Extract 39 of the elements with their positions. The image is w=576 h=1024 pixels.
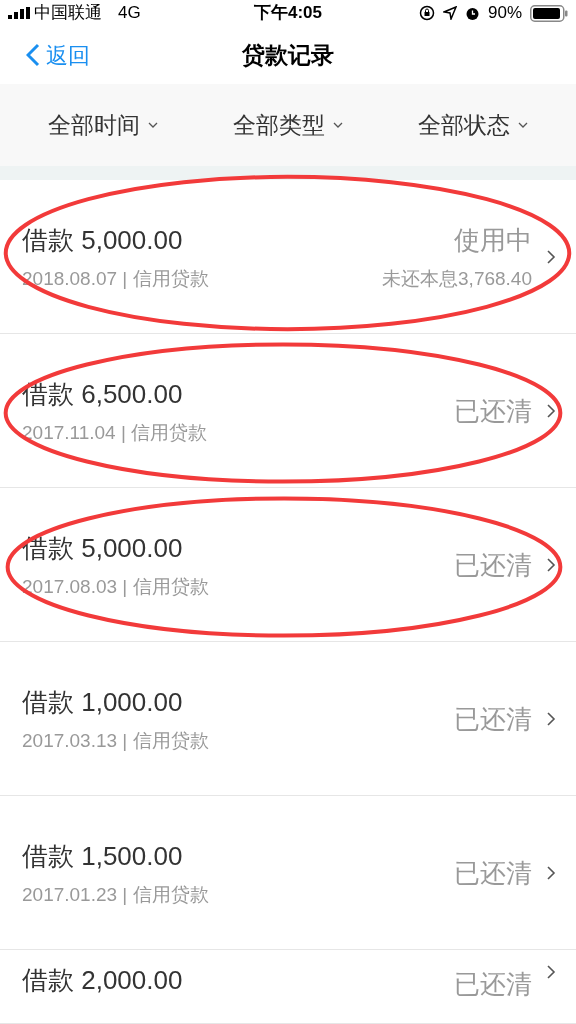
chevron-right-icon bbox=[546, 864, 556, 881]
chevron-right-icon bbox=[546, 556, 556, 573]
loan-date-type: 2017.01.23 | 信用贷款 bbox=[22, 883, 210, 906]
filter-dropdown[interactable]: 全部类型 bbox=[233, 107, 343, 143]
filter-dropdown[interactable]: 全部状态 bbox=[418, 107, 529, 143]
network-type: 4G bbox=[118, 2, 141, 25]
chevron-right-icon bbox=[546, 710, 556, 727]
loan-status: 已还清 bbox=[454, 702, 532, 735]
loan-date-type: 2017.08.03 | 信用贷款 bbox=[22, 575, 210, 598]
loan-status: 已还清 bbox=[454, 394, 532, 427]
loan-date-type: 2018.08.07 | 信用贷款 bbox=[22, 267, 210, 290]
alarm-clock-icon bbox=[464, 5, 480, 21]
location-arrow-icon bbox=[442, 6, 457, 20]
loan-status: 已还清 bbox=[454, 968, 532, 1000]
chevron-right-icon bbox=[546, 402, 556, 419]
loan-status: 已还清 bbox=[454, 856, 532, 889]
battery-percent: 90% bbox=[487, 2, 522, 25]
loan-status: 使用中 bbox=[454, 223, 532, 256]
chevron-right-icon bbox=[546, 964, 556, 980]
caret-down-icon bbox=[147, 122, 158, 128]
status-time: 下午4:05 bbox=[254, 2, 322, 25]
loan-amount: 借款 1,000.00 bbox=[22, 685, 184, 718]
loan-date-type: 2017.03.13 | 信用贷款 bbox=[22, 729, 210, 752]
signal-icon bbox=[8, 7, 30, 19]
loan-amount: 借款 1,500.00 bbox=[22, 839, 184, 872]
loan-status: 已还清 bbox=[454, 548, 532, 581]
rotation-lock-icon bbox=[418, 5, 435, 21]
page-title: 贷款记录 bbox=[242, 40, 334, 70]
carrier-name: 中国联通 bbox=[34, 2, 102, 25]
remaining-amount: 未还本息3,768.40 bbox=[382, 267, 532, 290]
chevron-left-icon bbox=[26, 43, 40, 67]
filter-dropdown[interactable]: 全部时间 bbox=[47, 107, 158, 143]
loan-amount: 借款 2,000.00 bbox=[22, 964, 184, 996]
caret-down-icon bbox=[333, 122, 343, 128]
loan-date-type: 2017.11.04 | 信用贷款 bbox=[22, 421, 209, 444]
loan-amount: 借款 5,000.00 bbox=[22, 223, 184, 256]
caret-down-icon bbox=[518, 122, 529, 128]
chevron-right-icon bbox=[546, 248, 556, 265]
battery-icon bbox=[530, 4, 568, 22]
